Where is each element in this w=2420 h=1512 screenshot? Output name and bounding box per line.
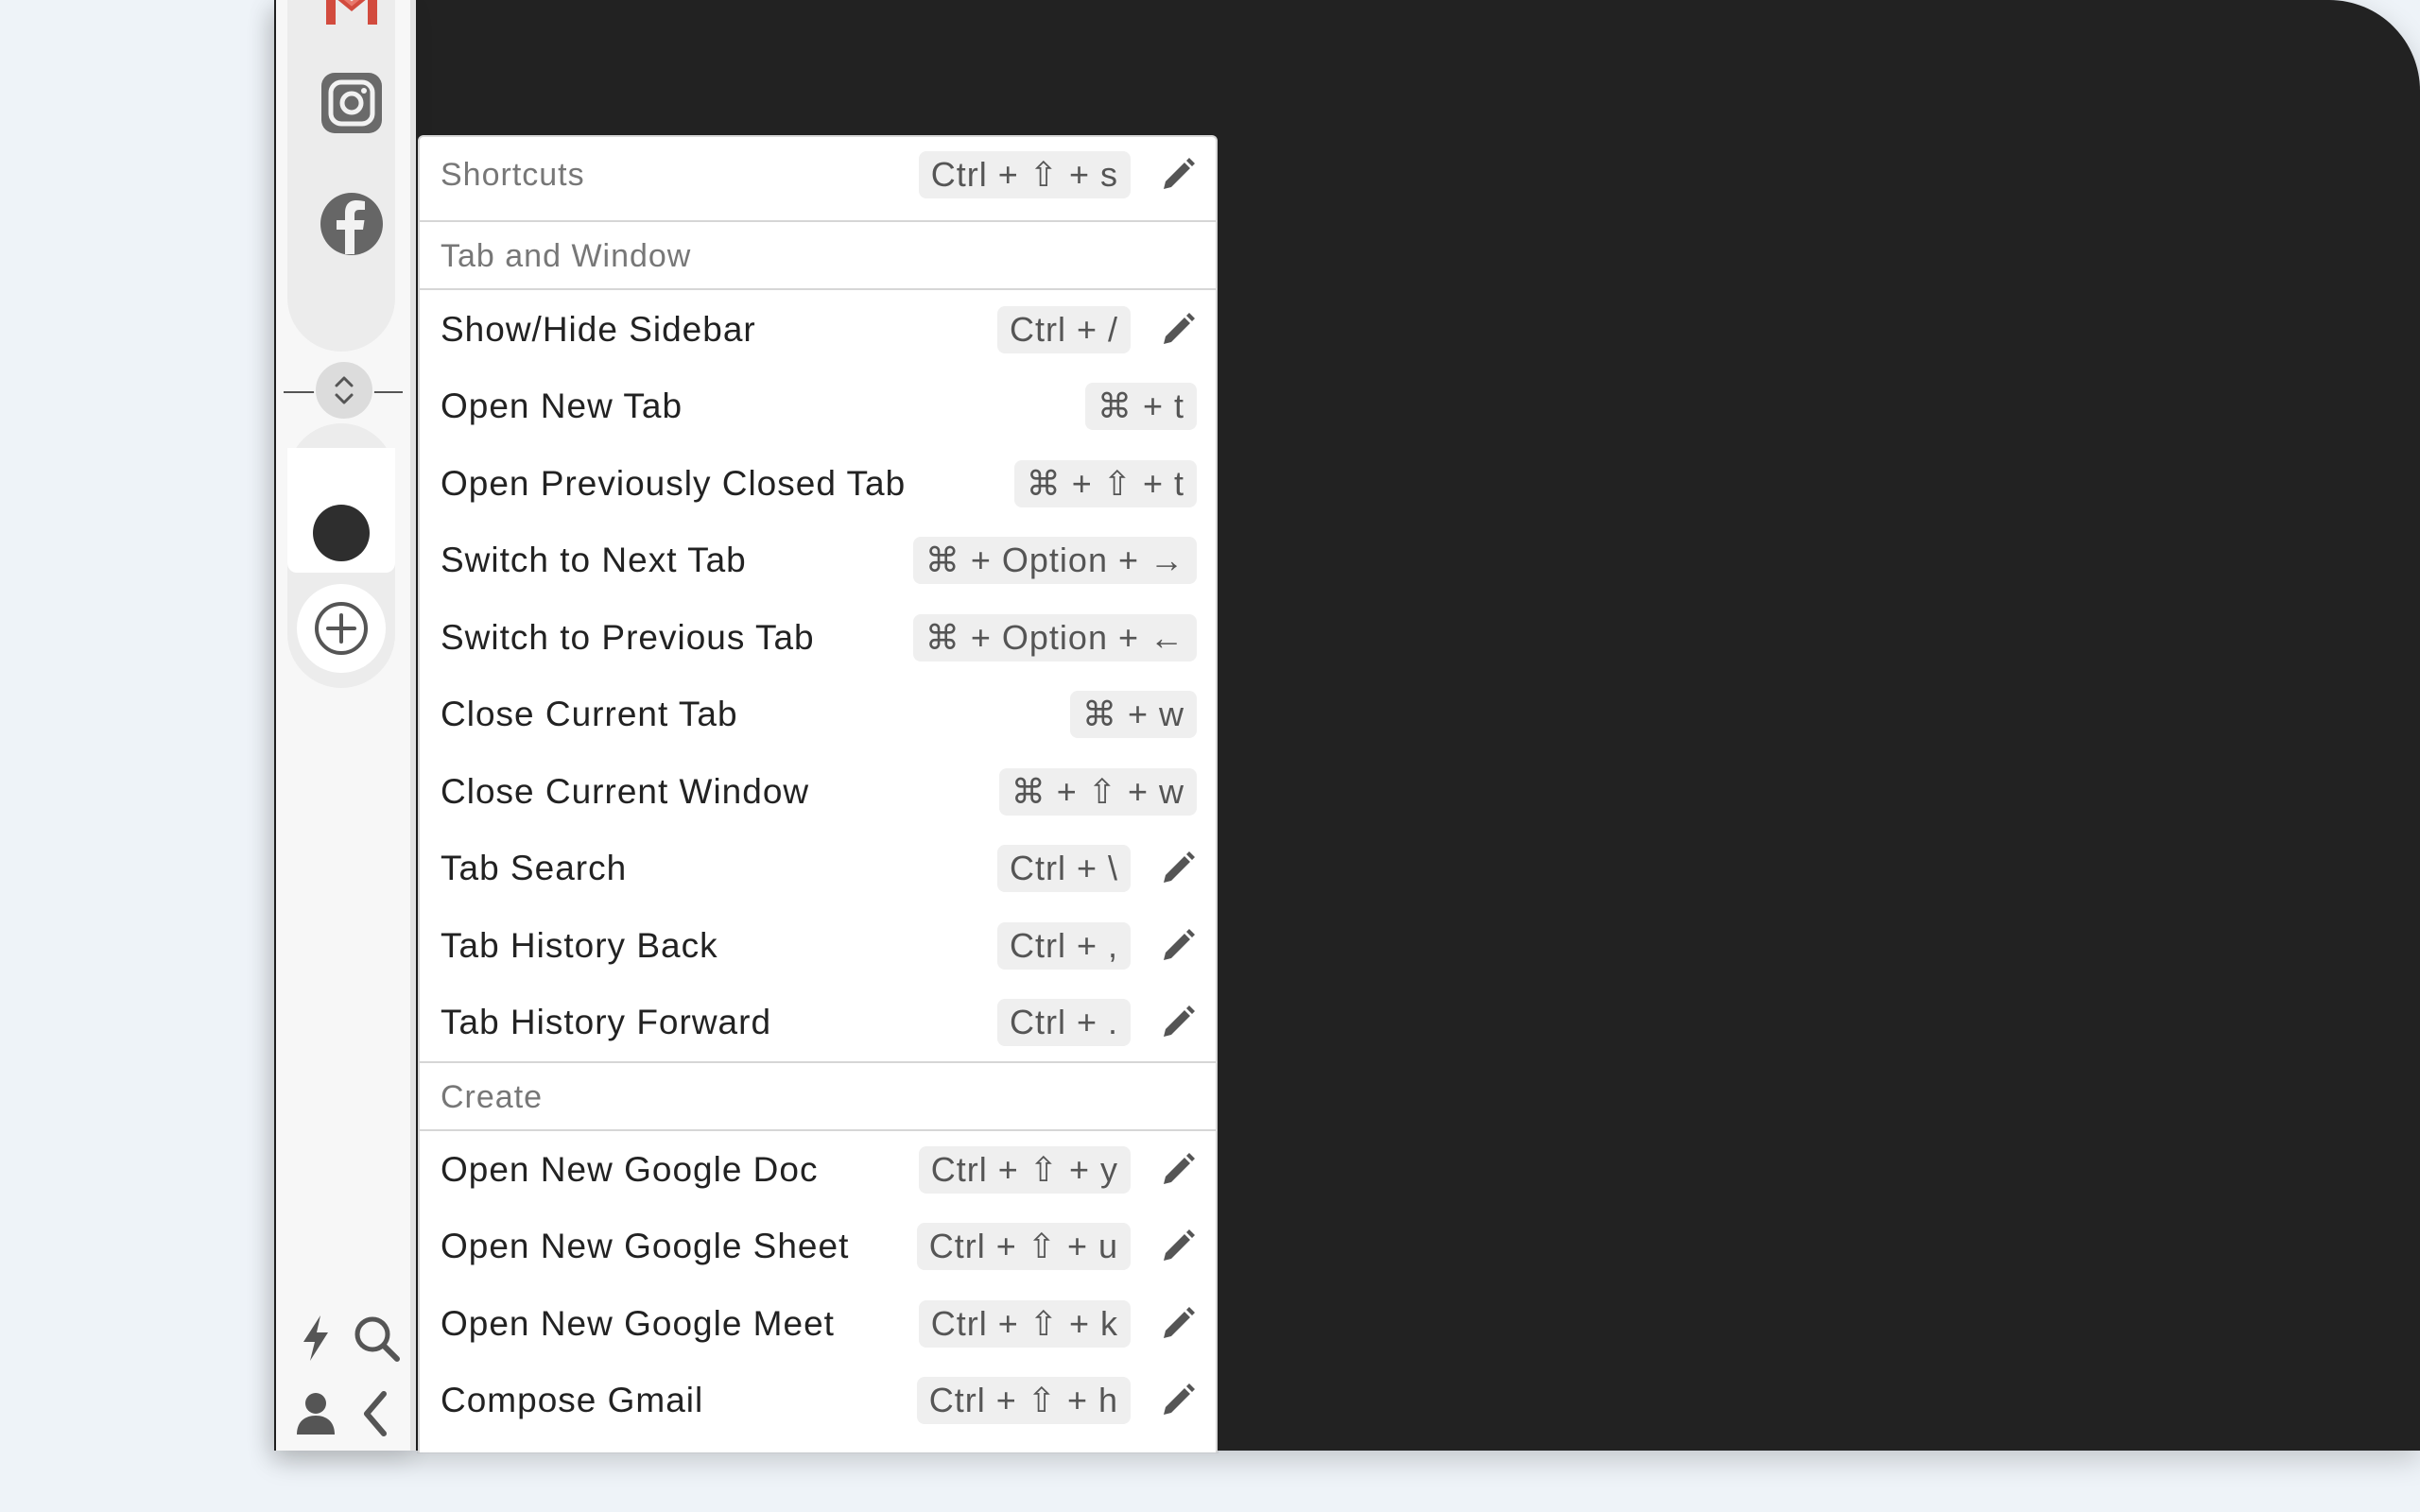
shortcut-label: Tab History Back <box>441 926 718 965</box>
shortcut-keys: ⌘ + ⇧ + w <box>998 768 1197 816</box>
shortcut-row[interactable]: Compose Gmail Ctrl + ⇧ + h <box>420 1363 1216 1438</box>
section-title: Tab and Window <box>441 238 692 274</box>
shortcut-row[interactable]: Tab History Back Ctrl + , <box>420 908 1216 984</box>
chevron-left-icon[interactable] <box>350 1387 403 1440</box>
shortcut-label: Compose Gmail <box>441 1381 704 1419</box>
sidebar <box>276 0 416 1451</box>
shortcut-row[interactable]: Show/Hide Sidebar Ctrl + / <box>420 292 1216 368</box>
shortcut-row[interactable]: Switch to Next Tab ⌘ + Option + → <box>420 523 1216 598</box>
shortcut-row[interactable]: Open New Google Doc Ctrl + ⇧ + y <box>420 1132 1216 1208</box>
shortcut-label: Switch to Previous Tab <box>441 618 815 657</box>
shortcut-label: Show/Hide Sidebar <box>441 310 756 349</box>
add-space-button[interactable] <box>297 584 386 673</box>
shortcut-keys: Ctrl + ⇧ + k <box>918 1300 1131 1348</box>
shortcut-label: Open New Google Meet <box>441 1304 835 1343</box>
shortcut-keys: Ctrl + , <box>996 922 1131 970</box>
shortcut-label: Open New Google Doc <box>441 1150 819 1189</box>
shortcut-keys: Ctrl + ⇧ + u <box>916 1223 1131 1270</box>
shortcut-row[interactable]: Open New Tab ⌘ + t <box>420 369 1216 444</box>
edit-icon[interactable] <box>1159 156 1197 194</box>
plus-circle-icon <box>315 602 368 655</box>
shortcut-row[interactable]: Close Current Tab ⌘ + w <box>420 677 1216 752</box>
shortcut-keys: Ctrl + ⇧ + y <box>918 1146 1131 1194</box>
pinned-apps-group <box>287 0 395 352</box>
edit-icon[interactable] <box>1159 1151 1197 1189</box>
chevron-up-down-icon <box>335 376 354 404</box>
section-header-create: Create <box>420 1063 1216 1129</box>
shortcut-row[interactable]: Tab History Forward Ctrl + . <box>420 985 1216 1060</box>
edit-icon[interactable] <box>1159 311 1197 349</box>
user-icon[interactable] <box>289 1387 342 1440</box>
shortcut-label: Tab History Forward <box>441 1003 772 1041</box>
shortcut-row[interactable]: Open Previously Closed Tab ⌘ + ⇧ + t <box>420 446 1216 522</box>
shortcuts-panel: Shortcuts Ctrl + ⇧ + s Tab and Window Sh… <box>418 135 1218 1452</box>
lightning-icon[interactable] <box>289 1312 342 1365</box>
facebook-icon[interactable] <box>319 191 385 257</box>
shortcut-keys: Ctrl + \ <box>996 845 1131 892</box>
edit-icon[interactable] <box>1159 1382 1197 1419</box>
edit-icon[interactable] <box>1159 927 1197 965</box>
shortcut-row[interactable]: Switch to Previous Tab ⌘ + Option + ← <box>420 600 1216 676</box>
shortcut-label: Switch to Next Tab <box>441 541 747 579</box>
shortcut-keys: ⌘ + Option + → <box>912 537 1197 584</box>
divider <box>420 288 1216 290</box>
shortcut-keys: ⌘ + t <box>1084 383 1197 430</box>
edit-icon[interactable] <box>1159 850 1197 887</box>
shortcuts-title: Shortcuts <box>441 157 585 193</box>
shortcut-keys: ⌘ + w <box>1069 691 1197 738</box>
divider <box>420 1129 1216 1131</box>
gmail-icon[interactable] <box>319 0 385 38</box>
expand-collapse-button[interactable] <box>314 360 374 421</box>
shortcut-label: Close Current Tab <box>441 695 738 733</box>
search-icon[interactable] <box>350 1312 403 1365</box>
shortcut-keys: ⌘ + ⇧ + t <box>1013 460 1197 507</box>
instagram-icon[interactable] <box>319 70 385 136</box>
shortcut-label: Close Current Window <box>441 772 810 811</box>
shortcut-label: Open Previously Closed Tab <box>441 464 907 503</box>
shortcut-keys: Ctrl + / <box>996 306 1131 353</box>
shortcut-label: Open New Tab <box>441 387 683 425</box>
section-header-tab-and-window: Tab and Window <box>420 222 1216 288</box>
edit-icon[interactable] <box>1159 1228 1197 1265</box>
shortcut-row[interactable]: Close Current Window ⌘ + ⇧ + w <box>420 754 1216 830</box>
shortcut-keys: Ctrl + . <box>996 999 1131 1046</box>
shortcut-row[interactable]: Tab Search Ctrl + \ <box>420 831 1216 906</box>
edit-icon[interactable] <box>1159 1305 1197 1343</box>
active-space[interactable] <box>287 448 395 573</box>
desktop-background: Shortcuts Ctrl + ⇧ + s Tab and Window Sh… <box>0 0 2420 1512</box>
space-dot-icon <box>313 505 370 561</box>
edit-icon[interactable] <box>1159 1004 1197 1041</box>
shortcut-label: Tab Search <box>441 849 628 887</box>
section-title: Create <box>441 1079 544 1115</box>
spaces-group <box>287 423 395 688</box>
shortcut-row[interactable]: Open New Google Sheet Ctrl + ⇧ + u <box>420 1209 1216 1284</box>
shortcuts-header: Shortcuts Ctrl + ⇧ + s <box>420 137 1216 213</box>
shortcut-keys: Ctrl + ⇧ + h <box>916 1377 1131 1424</box>
shortcut-keys: Ctrl + ⇧ + s <box>918 151 1131 198</box>
shortcut-keys: ⌘ + Option + ← <box>912 614 1197 662</box>
shortcut-label: Open New Google Sheet <box>441 1227 850 1265</box>
shortcut-row[interactable]: Open New Google Meet Ctrl + ⇧ + k <box>420 1286 1216 1362</box>
